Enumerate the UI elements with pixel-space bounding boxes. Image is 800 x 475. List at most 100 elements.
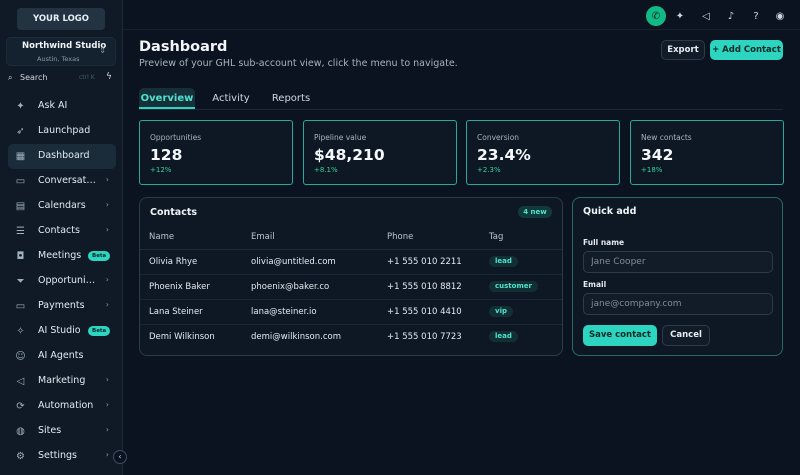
phone-icon[interactable]: ✆ bbox=[646, 6, 666, 26]
megaphone-icon: ◁ bbox=[16, 376, 25, 387]
contact-email: olivia@untitled.com bbox=[251, 257, 336, 267]
chevron-right-icon: › bbox=[105, 375, 109, 384]
globe-icon: ◍ bbox=[16, 426, 25, 437]
sidebar-item-label: Payments bbox=[38, 300, 85, 311]
sidebar-item-label: Settings bbox=[38, 450, 77, 461]
bell-icon[interactable]: ♪ bbox=[721, 6, 741, 26]
chat-icon: ▭ bbox=[15, 176, 26, 187]
contact-phone: +1 555 010 2211 bbox=[387, 257, 462, 267]
contact-tag: lead bbox=[489, 331, 518, 342]
email-field[interactable] bbox=[583, 293, 773, 315]
topbar: ✆ ✦ ◁ ♪ ? ◉ bbox=[123, 0, 800, 30]
column-header-tag[interactable]: Tag bbox=[489, 225, 503, 250]
sidebar-item-ai-agents[interactable]: ☺ AI Agents bbox=[8, 344, 116, 369]
contact-name: Olivia Rhye bbox=[149, 257, 198, 267]
table-row[interactable]: Lana Steiner lana@steiner.io +1 555 010 … bbox=[140, 300, 562, 325]
stat-label: New contacts bbox=[641, 133, 692, 142]
chevron-right-icon: › bbox=[105, 225, 109, 234]
account-location: Austin, Texas bbox=[37, 55, 80, 63]
workflow-icon: ⟳ bbox=[16, 401, 25, 412]
sidebar-item-settings[interactable]: ⚙ Settings › bbox=[8, 444, 116, 469]
sparkles-icon: ✦ bbox=[16, 101, 25, 112]
search-icon: ⌕ bbox=[8, 73, 13, 82]
stat-value: 23.4% bbox=[477, 146, 531, 164]
contact-email: demi@wilkinson.com bbox=[251, 332, 341, 342]
stat-card-pipeline-value: Pipeline value $48,210 +8.1% bbox=[303, 120, 457, 185]
megaphone-icon[interactable]: ◁ bbox=[696, 6, 716, 26]
sidebar-item-label: Marketing bbox=[38, 375, 86, 386]
sidebar-item-meetings[interactable]: ◘ Meetings Beta bbox=[8, 244, 116, 269]
account-switcher[interactable]: Northwind Studio Austin, Texas ⇕ bbox=[6, 37, 116, 66]
table-row[interactable]: Demi Wilkinson demi@wilkinson.com +1 555… bbox=[140, 325, 562, 350]
contact-phone: +1 555 010 7723 bbox=[387, 332, 462, 342]
wand-icon: ✧ bbox=[16, 326, 25, 337]
table-header: Name Email Phone Tag bbox=[140, 225, 562, 250]
sidebar-item-label: AI Agents bbox=[38, 350, 84, 361]
contact-name: Lana Steiner bbox=[149, 307, 203, 317]
cancel-button[interactable]: Cancel bbox=[662, 325, 710, 346]
sidebar-item-conversations[interactable]: ▭ Conversations › bbox=[8, 169, 116, 194]
full-name-field[interactable] bbox=[583, 251, 773, 273]
chevron-right-icon: › bbox=[105, 175, 109, 184]
sidebar-item-opportunities[interactable]: ⏷ Opportunities › bbox=[8, 269, 116, 294]
table-row[interactable]: Olivia Rhye olivia@untitled.com +1 555 0… bbox=[140, 250, 562, 275]
chevron-right-icon: › bbox=[105, 200, 109, 209]
beta-badge: Beta bbox=[88, 251, 111, 261]
bolt-icon[interactable]: ϟ bbox=[106, 72, 112, 82]
stat-label: Opportunities bbox=[150, 133, 202, 142]
logo: YOUR LOGO bbox=[17, 8, 105, 30]
column-header-phone[interactable]: Phone bbox=[387, 225, 413, 250]
contact-tag: customer bbox=[489, 281, 538, 292]
sidebar-item-ask-ai[interactable]: ✦ Ask AI bbox=[8, 94, 116, 119]
chevron-right-icon: › bbox=[105, 300, 109, 309]
contact-email: phoenix@baker.co bbox=[251, 282, 330, 292]
sidebar-item-dashboard[interactable]: ▦ Dashboard bbox=[8, 144, 116, 169]
collapse-sidebar-button[interactable]: ‹ bbox=[113, 450, 127, 464]
quick-add-title: Quick add bbox=[583, 206, 637, 217]
tab-activity[interactable]: Activity bbox=[205, 88, 257, 109]
calendar-icon: ▤ bbox=[15, 201, 26, 212]
chevron-right-icon: › bbox=[105, 450, 109, 459]
card-icon: ▭ bbox=[15, 301, 26, 312]
sidebar-item-payments[interactable]: ▭ Payments › bbox=[8, 294, 116, 319]
stat-delta: +8.1% bbox=[314, 166, 338, 174]
export-button[interactable]: Export bbox=[661, 40, 705, 60]
save-contact-button[interactable]: Save contact bbox=[583, 325, 657, 346]
stat-card-conversion: Conversion 23.4% +2.3% bbox=[466, 120, 620, 185]
stat-card-new-contacts: New contacts 342 +18% bbox=[630, 120, 784, 185]
tab-bar: Overview Activity Reports bbox=[139, 88, 783, 110]
sidebar-item-contacts[interactable]: ☰ Contacts › bbox=[8, 219, 116, 244]
chevron-right-icon: › bbox=[105, 425, 109, 434]
search-button[interactable]: ⌕ Search ctrl K ϟ bbox=[8, 72, 116, 85]
tab-overview[interactable]: Overview bbox=[139, 88, 195, 109]
quick-add-card: Quick add Full name Email Save contact C… bbox=[572, 197, 783, 356]
chevron-right-icon: › bbox=[105, 400, 109, 409]
stat-label: Pipeline value bbox=[314, 133, 367, 142]
contact-tag: vip bbox=[489, 306, 513, 317]
help-icon[interactable]: ? bbox=[746, 6, 766, 26]
table-row[interactable]: Phoenix Baker phoenix@baker.co +1 555 01… bbox=[140, 275, 562, 300]
chevron-left-icon: ‹ bbox=[118, 452, 122, 461]
add-contact-button[interactable]: + Add Contact bbox=[710, 40, 783, 60]
sidebar: YOUR LOGO Northwind Studio Austin, Texas… bbox=[0, 0, 123, 475]
eye-icon[interactable]: ◉ bbox=[770, 6, 790, 26]
sidebar-item-label: Ask AI bbox=[38, 100, 68, 111]
grid-icon: ▦ bbox=[15, 151, 26, 162]
sidebar-item-label: Opportunities bbox=[38, 275, 96, 286]
tab-reports[interactable]: Reports bbox=[267, 88, 315, 109]
bot-icon: ☺ bbox=[15, 351, 26, 362]
column-header-name[interactable]: Name bbox=[149, 225, 174, 250]
magic-wand-icon[interactable]: ✦ bbox=[670, 6, 690, 26]
sidebar-item-label: Launchpad bbox=[38, 125, 91, 136]
sidebar-item-label: Contacts bbox=[38, 225, 80, 236]
sidebar-item-marketing[interactable]: ◁ Marketing › bbox=[8, 369, 116, 394]
sidebar-item-calendars[interactable]: ▤ Calendars › bbox=[8, 194, 116, 219]
rocket-icon: ➶ bbox=[16, 126, 25, 137]
sidebar-item-sites[interactable]: ◍ Sites › bbox=[8, 419, 116, 444]
search-label: Search bbox=[20, 73, 48, 82]
sidebar-item-automation[interactable]: ⟳ Automation › bbox=[8, 394, 116, 419]
sidebar-item-launchpad[interactable]: ➶ Launchpad bbox=[8, 119, 116, 144]
sidebar-item-ai-studio[interactable]: ✧ AI Studio Beta bbox=[8, 319, 116, 344]
contacts-card: Contacts 4 new Name Email Phone Tag Oliv… bbox=[139, 197, 563, 356]
column-header-email[interactable]: Email bbox=[251, 225, 275, 250]
